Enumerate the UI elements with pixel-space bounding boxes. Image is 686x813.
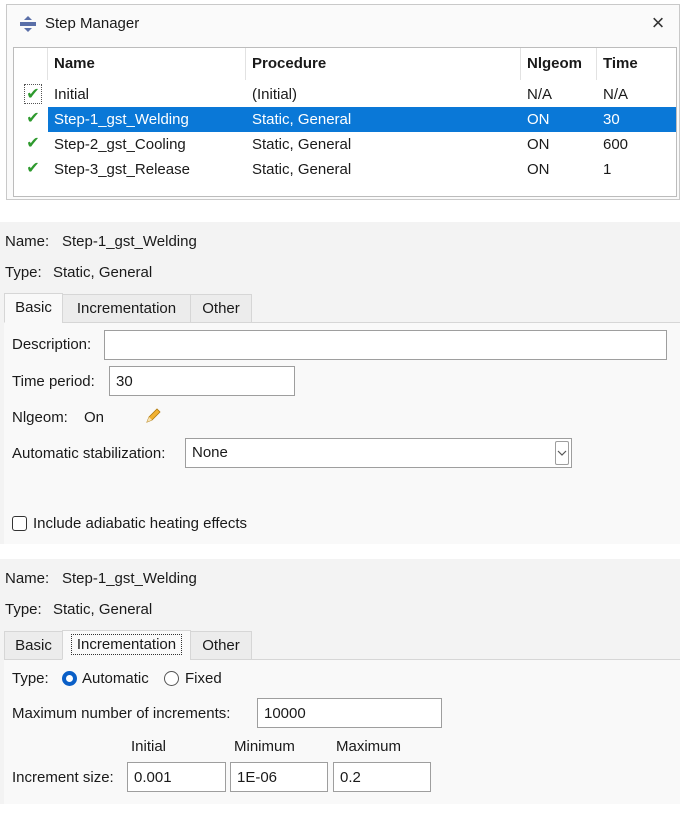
header-time[interactable]: Time	[597, 48, 676, 80]
description-input[interactable]	[104, 330, 667, 360]
minimum-header: Minimum	[234, 738, 295, 755]
check-icon: ✔	[24, 84, 42, 104]
increment-size-label: Increment size:	[12, 769, 114, 786]
type-label: Type:	[5, 264, 42, 281]
row-procedure: Static, General	[252, 136, 352, 153]
row-name: Step-3_gst_Release	[54, 161, 190, 178]
table-row[interactable]: ✔ Step-2_gst_Cooling Static, General ON …	[14, 132, 676, 157]
pencil-icon[interactable]	[143, 406, 163, 426]
table-row[interactable]: ✔ Step-3_gst_Release Static, General ON …	[14, 157, 676, 182]
header-procedure[interactable]: Procedure	[246, 48, 521, 80]
tab-basic[interactable]: Basic	[4, 631, 63, 660]
row-name: Step-1_gst_Welding	[54, 111, 189, 128]
step-manager-window: Step Manager × Name Procedure Nlgeom Tim…	[6, 4, 680, 200]
automatic-label[interactable]: Automatic	[82, 670, 149, 687]
close-button[interactable]: ×	[647, 10, 669, 35]
window-title: Step Manager	[45, 15, 140, 32]
tab-other[interactable]: Other	[190, 631, 252, 660]
row-time: 30	[603, 111, 620, 128]
name-label: Name:	[5, 570, 50, 587]
increment-type-label: Type:	[12, 670, 49, 687]
tab-other[interactable]: Other	[190, 294, 252, 323]
time-period-label: Time period:	[12, 373, 95, 390]
automatic-radio[interactable]	[62, 671, 77, 686]
title-bar: Step Manager ×	[7, 5, 679, 43]
edit-step-incrementation-panel: Name: Step-1_gst_Welding Type: Static, G…	[0, 559, 680, 804]
row-procedure: Static, General	[252, 111, 352, 128]
fixed-label[interactable]: Fixed	[185, 670, 222, 687]
nlgeom-label: Nlgeom:	[12, 409, 68, 426]
max-increments-label: Maximum number of increments:	[12, 705, 231, 722]
row-name: Initial	[54, 86, 90, 103]
row-nlgeom: ON	[527, 111, 550, 128]
maximum-increment-input[interactable]	[333, 762, 431, 792]
dropdown-button[interactable]	[555, 441, 569, 465]
row-time: 600	[603, 136, 629, 153]
time-period-input[interactable]	[109, 366, 295, 396]
description-label: Description:	[12, 336, 92, 353]
tab-incrementation[interactable]: Incrementation	[62, 294, 191, 323]
tab-incrementation[interactable]: Incrementation	[62, 630, 191, 660]
close-icon: ×	[651, 10, 665, 35]
stabilization-label: Automatic stabilization:	[12, 445, 166, 462]
step-manager-icon	[20, 16, 36, 32]
stabilization-value: None	[192, 444, 228, 461]
type-label: Type:	[5, 601, 42, 618]
initial-increment-input[interactable]	[127, 762, 226, 792]
header-name[interactable]: Name	[48, 48, 246, 80]
nlgeom-value: On	[84, 409, 105, 426]
row-name: Step-2_gst_Cooling	[54, 136, 186, 153]
steps-table: Name Procedure Nlgeom Time ✔ Initial (In…	[13, 47, 677, 197]
row-procedure: (Initial)	[252, 86, 298, 103]
table-row[interactable]: ✔ Step-1_gst_Welding Static, General ON …	[14, 107, 676, 132]
row-time: 1	[603, 161, 612, 178]
chevron-down-icon	[557, 450, 567, 456]
minimum-increment-input[interactable]	[230, 762, 328, 792]
stabilization-select[interactable]: None	[185, 438, 572, 468]
check-icon: ✔	[26, 135, 40, 152]
name-value: Step-1_gst_Welding	[62, 233, 197, 250]
check-icon: ✔	[26, 160, 40, 177]
check-icon: ✔	[26, 110, 40, 127]
table-header: Name Procedure Nlgeom Time	[14, 48, 676, 80]
edit-step-basic-panel: Name: Step-1_gst_Welding Type: Static, G…	[0, 222, 680, 544]
adiabatic-checkbox[interactable]	[12, 516, 27, 531]
tab-basic[interactable]: Basic	[4, 293, 63, 323]
fixed-radio[interactable]	[164, 671, 179, 686]
type-value: Static, General	[53, 264, 153, 281]
row-nlgeom: ON	[527, 136, 550, 153]
row-time: N/A	[603, 86, 629, 103]
row-procedure: Static, General	[252, 161, 352, 178]
table-row[interactable]: ✔ Initial (Initial) N/A N/A	[14, 82, 676, 107]
type-value: Static, General	[53, 601, 153, 618]
adiabatic-label[interactable]: Include adiabatic heating effects	[33, 515, 247, 532]
header-check-column	[14, 48, 48, 80]
maximum-header: Maximum	[336, 738, 402, 755]
name-value: Step-1_gst_Welding	[62, 570, 197, 587]
row-nlgeom: ON	[527, 161, 550, 178]
max-increments-input[interactable]	[257, 698, 442, 728]
row-nlgeom: N/A	[527, 86, 553, 103]
initial-header: Initial	[131, 738, 167, 755]
header-nlgeom[interactable]: Nlgeom	[521, 48, 597, 80]
name-label: Name:	[5, 233, 50, 250]
